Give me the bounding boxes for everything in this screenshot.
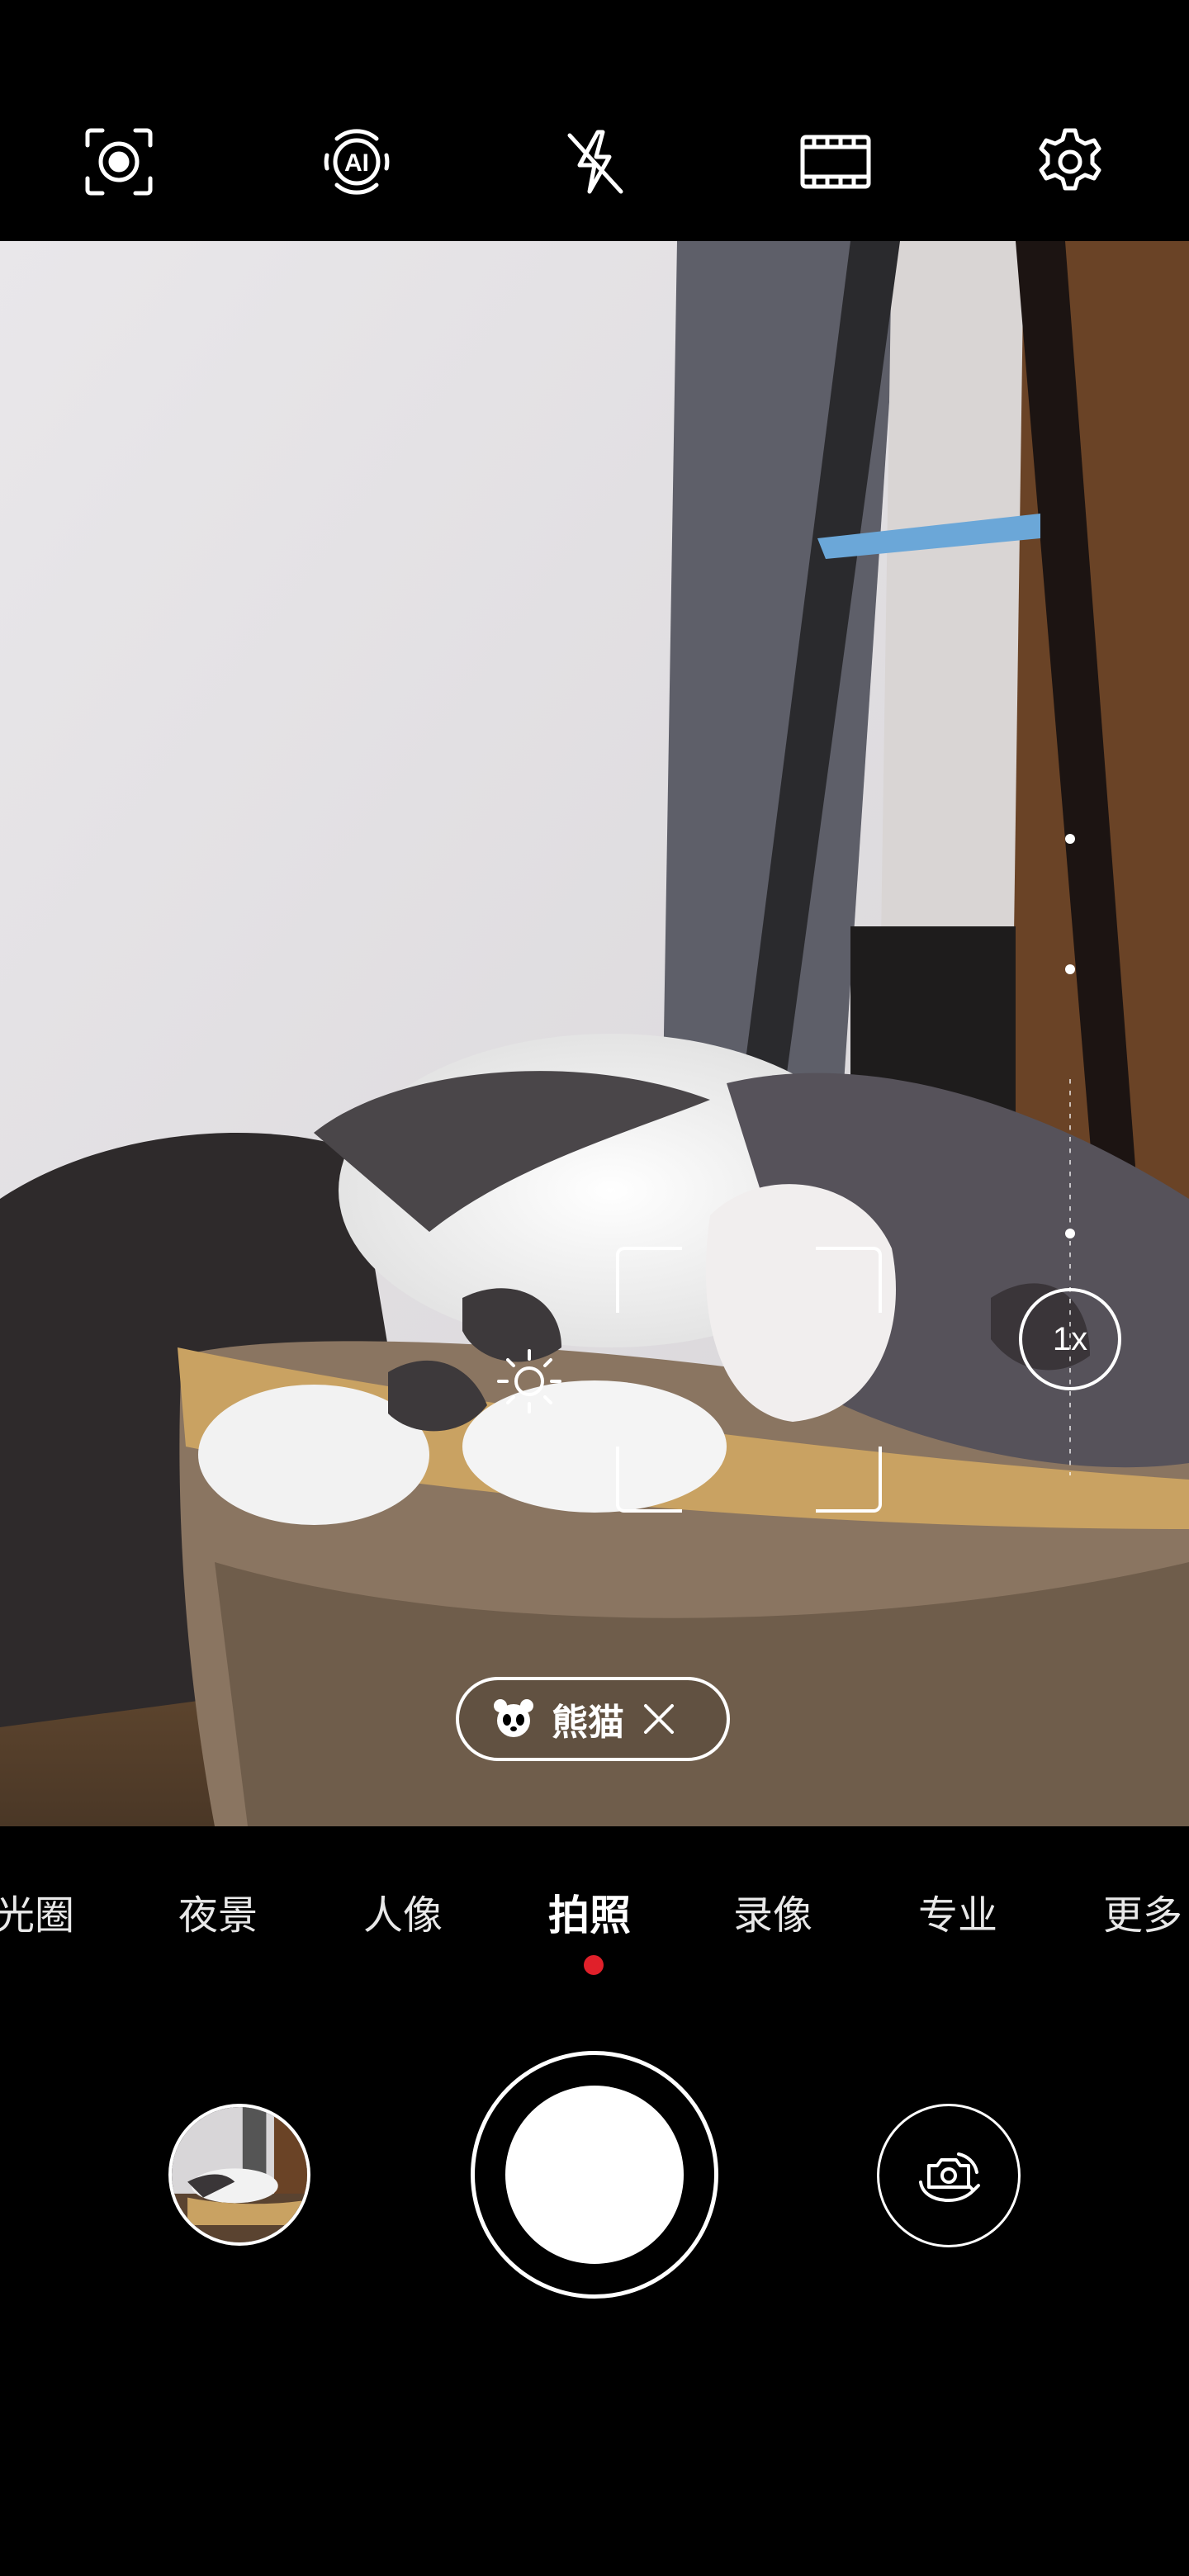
scene-chip-label: 熊猫: [552, 1702, 624, 1744]
camera-preview-image: [0, 241, 1189, 1826]
zoom-track[interactable]: [1069, 1079, 1071, 1475]
zoom-tick: [1065, 1229, 1075, 1238]
mode-video[interactable]: 录像: [733, 1882, 812, 1940]
top-bar: AI: [0, 0, 1189, 241]
mode-photo[interactable]: 拍照: [548, 1882, 631, 1942]
gallery-preview-image: [172, 2107, 307, 2242]
ai-icon[interactable]: AI: [319, 124, 395, 200]
mode-pro[interactable]: 专业: [918, 1882, 997, 1940]
mode-aperture[interactable]: 光圈: [0, 1882, 74, 1940]
flash-off-icon[interactable]: [557, 124, 632, 200]
mode-portrait[interactable]: 人像: [363, 1882, 443, 1940]
smart-capture-icon[interactable]: [81, 124, 157, 200]
mode-night[interactable]: 夜景: [178, 1882, 258, 1940]
camera-viewfinder[interactable]: 1x 熊猫: [0, 241, 1189, 1826]
svg-text:AI: AI: [344, 149, 369, 177]
aspect-ratio-icon[interactable]: [798, 124, 874, 200]
close-icon[interactable]: [639, 1699, 679, 1739]
mode-more[interactable]: 更多: [1103, 1882, 1182, 1940]
zoom-tick: [1065, 964, 1075, 974]
active-mode-indicator: [584, 1955, 604, 1975]
switch-camera-icon: [909, 2136, 988, 2215]
gallery-thumbnail[interactable]: [168, 2104, 310, 2246]
shutter-button[interactable]: [505, 2086, 684, 2264]
settings-icon[interactable]: [1032, 124, 1108, 200]
panda-icon: [490, 1696, 537, 1742]
camera-mode-strip[interactable]: 光圈 夜景 人像 拍照 录像 专业 更多: [0, 1882, 1189, 1949]
exposure-sun-icon[interactable]: [492, 1344, 566, 1418]
scene-detection-chip[interactable]: 熊猫: [456, 1677, 730, 1761]
zoom-tick: [1065, 834, 1075, 844]
zoom-level-button[interactable]: 1x: [1019, 1288, 1121, 1390]
switch-camera-button[interactable]: [877, 2104, 1021, 2247]
focus-frame: [616, 1247, 882, 1513]
